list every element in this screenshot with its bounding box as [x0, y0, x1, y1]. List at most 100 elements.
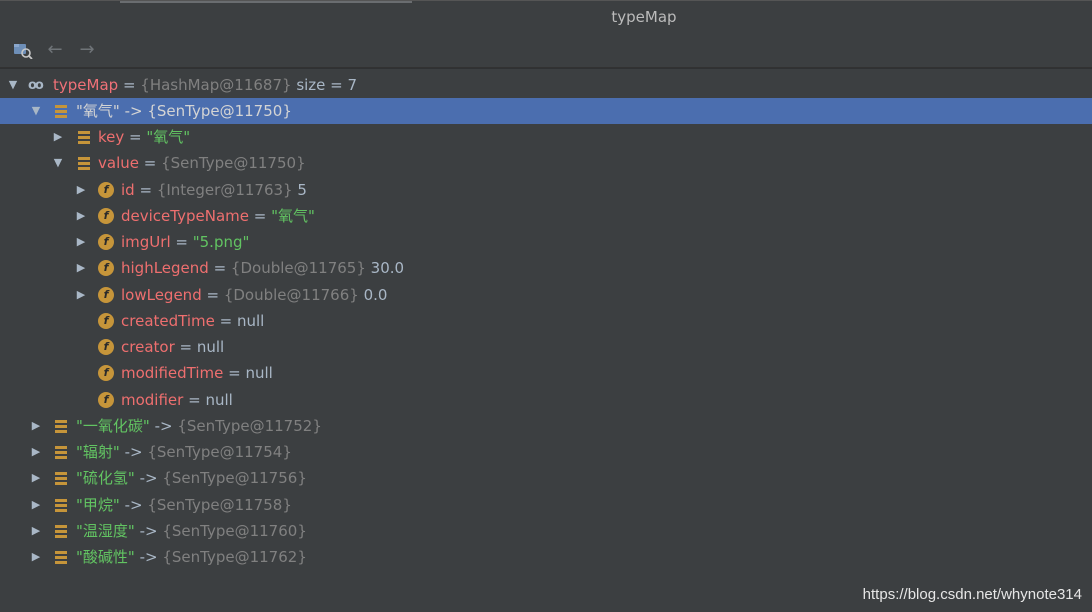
field-icon: f — [98, 234, 114, 250]
tree-row-field-imgUrl[interactable]: ▶ f imgUrl = "5.png" — [0, 229, 1092, 255]
entry-type: {SenType@11762} — [162, 548, 307, 566]
entry-key: "甲烷" — [76, 496, 120, 514]
field-name: imgUrl — [121, 233, 171, 251]
expand-arrow-icon[interactable]: ▶ — [30, 413, 42, 439]
field-type: {Double@11765} — [230, 259, 366, 277]
tree-row-root[interactable]: ▼ oo typeMap = {HashMap@11687} size = 7 — [0, 72, 1092, 98]
collapse-arrow-icon[interactable]: ▼ — [30, 98, 42, 124]
tree-row-field-id[interactable]: ▶ f id = {Integer@11763} 5 — [0, 177, 1092, 203]
variable-name: typeMap — [53, 76, 119, 94]
field-icon: f — [98, 208, 114, 224]
variables-tree: ▼ oo typeMap = {HashMap@11687} size = 7 … — [0, 68, 1092, 612]
expand-arrow-icon[interactable]: ▶ — [75, 255, 87, 281]
map-entry-icon — [53, 418, 69, 434]
entry-arrow: -> — [134, 548, 163, 566]
inspect-icon[interactable] — [12, 41, 34, 60]
entry-type: {SenType@11758} — [147, 496, 292, 514]
tree-row-value[interactable]: ▼ value = {SenType@11750} — [0, 150, 1092, 176]
entry-key: "一氧化碳" — [76, 417, 150, 435]
entry-type: {SenType@11760} — [162, 522, 307, 540]
equals-sign: = — [223, 364, 246, 382]
tree-row-entry[interactable]: ▶ "甲烷" -> {SenType@11758} — [0, 492, 1092, 518]
entry-type: {SenType@11756} — [162, 469, 307, 487]
equals-sign: = — [134, 181, 157, 199]
tree-row-entry-selected[interactable]: ▼ "氧气" -> {SenType@11750} — [0, 98, 1092, 124]
tree-row-entry[interactable]: ▶ "硫化氢" -> {SenType@11756} — [0, 465, 1092, 491]
expand-arrow-icon[interactable]: ▶ — [30, 465, 42, 491]
entry-type: {SenType@11750} — [147, 102, 292, 120]
size-label: size = 7 — [291, 76, 358, 94]
field-value: 30.0 — [365, 259, 405, 277]
equals-sign: = — [208, 259, 231, 277]
expand-arrow-icon[interactable]: ▶ — [30, 492, 42, 518]
expand-arrow-icon[interactable]: ▶ — [75, 229, 87, 255]
field-name: id — [121, 181, 135, 199]
field-icon: f — [98, 313, 114, 329]
value-label: value — [98, 154, 139, 172]
equals-sign: = — [124, 128, 147, 146]
map-entry-icon — [53, 523, 69, 539]
toolbar: ← → — [0, 33, 1092, 68]
tree-row-field-highLegend[interactable]: ▶ f highLegend = {Double@11765} 30.0 — [0, 255, 1092, 281]
entry-key: "氧气" — [76, 102, 120, 120]
field-type: {Integer@11763} — [156, 181, 293, 199]
expand-arrow-icon[interactable]: ▶ — [30, 518, 42, 544]
back-arrow-icon[interactable]: ← — [44, 41, 66, 59]
tree-row-entry[interactable]: ▶ "酸碱性" -> {SenType@11762} — [0, 544, 1092, 570]
tree-row-field-creator[interactable]: f creator = null — [0, 334, 1092, 360]
expand-arrow-icon[interactable]: ▶ — [30, 439, 42, 465]
field-value: null — [196, 338, 225, 356]
key-label: key — [98, 128, 125, 146]
field-name: createdTime — [121, 312, 215, 330]
equals-sign: = — [170, 233, 193, 251]
field-name: creator — [121, 338, 175, 356]
watch-glasses-icon: oo — [28, 78, 44, 93]
field-value: null — [236, 312, 265, 330]
map-entry-icon — [53, 444, 69, 460]
expand-arrow-icon[interactable]: ▶ — [75, 282, 87, 308]
forward-arrow-icon[interactable]: → — [76, 41, 98, 59]
window-title: typeMap — [611, 8, 677, 26]
field-entry-icon — [76, 155, 92, 171]
map-entry-icon — [53, 497, 69, 513]
watermark: https://blog.csdn.net/whynote314 — [862, 586, 1082, 603]
collapse-arrow-icon[interactable]: ▼ — [52, 150, 64, 176]
field-name: modifiedTime — [121, 364, 224, 382]
tree-row-entry[interactable]: ▶ "一氧化碳" -> {SenType@11752} — [0, 413, 1092, 439]
expand-arrow-icon[interactable]: ▶ — [30, 544, 42, 570]
field-entry-icon — [76, 129, 92, 145]
tree-row-field-modifier[interactable]: f modifier = null — [0, 387, 1092, 413]
entry-arrow: -> — [149, 417, 178, 435]
field-type: {Double@11766} — [223, 286, 359, 304]
expand-arrow-icon[interactable]: ▶ — [75, 177, 87, 203]
tree-row-field-lowLegend[interactable]: ▶ f lowLegend = {Double@11766} 0.0 — [0, 282, 1092, 308]
equals-sign: = — [174, 338, 197, 356]
entry-key: "硫化氢" — [76, 469, 135, 487]
tree-row-entry[interactable]: ▶ "温湿度" -> {SenType@11760} — [0, 518, 1092, 544]
variable-type: {HashMap@11687} — [140, 76, 292, 94]
field-icon: f — [98, 260, 114, 276]
equals-sign: = — [214, 312, 237, 330]
entry-arrow: -> — [119, 443, 148, 461]
field-value: 0.0 — [358, 286, 388, 304]
map-entry-icon — [53, 103, 69, 119]
map-entry-icon — [53, 470, 69, 486]
field-icon: f — [98, 182, 114, 198]
key-value: "氧气" — [146, 128, 191, 146]
entry-arrow: -> — [119, 102, 148, 120]
equals-sign: = — [118, 76, 141, 94]
collapse-arrow-icon[interactable]: ▼ — [7, 72, 19, 98]
equals-sign: = — [183, 391, 206, 409]
tree-row-entry[interactable]: ▶ "辐射" -> {SenType@11754} — [0, 439, 1092, 465]
tree-row-key[interactable]: ▶ key = "氧气" — [0, 124, 1092, 150]
field-icon: f — [98, 392, 114, 408]
field-string-value: "氧气" — [271, 207, 315, 225]
equals-sign: = — [248, 207, 272, 225]
tree-row-field-deviceTypeName[interactable]: ▶ f deviceTypeName = "氧气" — [0, 203, 1092, 229]
field-value: null — [205, 391, 233, 409]
tree-row-field-modifiedTime[interactable]: f modifiedTime = null — [0, 360, 1092, 386]
expand-arrow-icon[interactable]: ▶ — [75, 203, 87, 229]
entry-key: "温湿度" — [76, 522, 135, 540]
tree-row-field-createdTime[interactable]: f createdTime = null — [0, 308, 1092, 334]
expand-arrow-icon[interactable]: ▶ — [52, 124, 64, 150]
